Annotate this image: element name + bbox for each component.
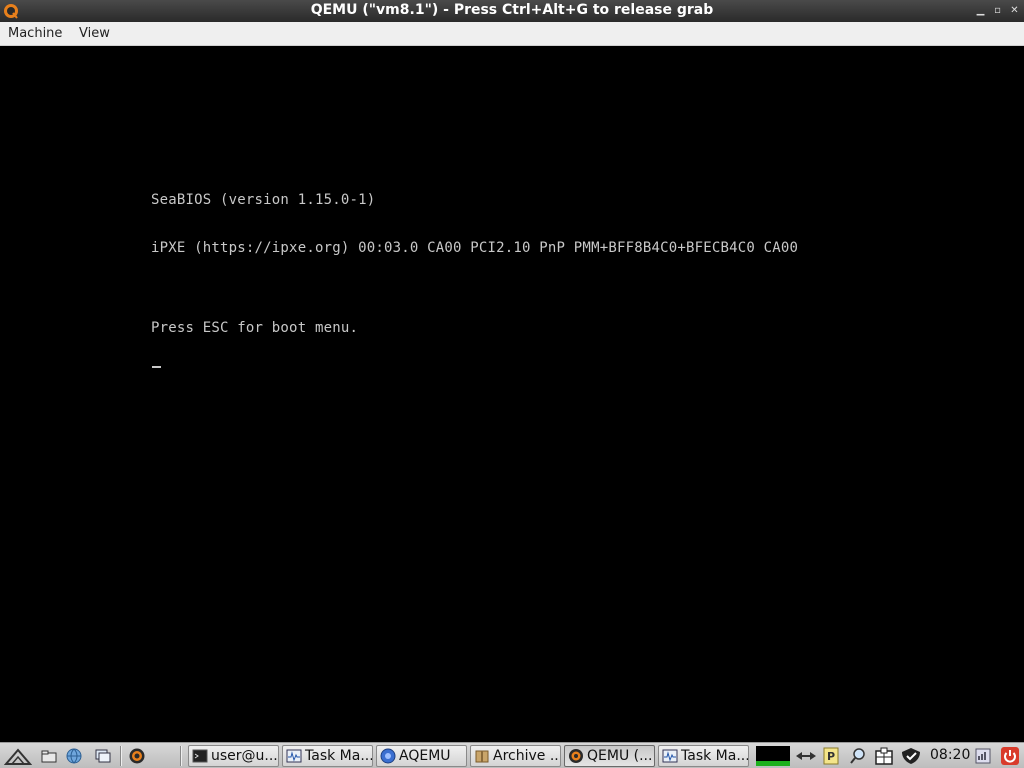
web-browser-icon[interactable] — [65, 747, 83, 765]
task-label: AQEMU — [399, 748, 451, 764]
power-icon[interactable] — [1001, 747, 1019, 765]
taskbar: user@u... Task Ma... AQEMU Archive ... Q… — [0, 742, 1024, 768]
task-manager-icon — [662, 749, 678, 763]
menu-view[interactable]: View — [79, 26, 110, 41]
show-desktop-icon[interactable] — [94, 747, 112, 765]
clock[interactable]: 08:20 — [930, 747, 970, 763]
text-cursor — [152, 366, 161, 368]
network-icon[interactable] — [794, 747, 818, 765]
window-titlebar[interactable]: QEMU ("vm8.1") - Press Ctrl+Alt+G to rel… — [0, 0, 1024, 22]
taskbar-separator — [120, 746, 122, 766]
ipxe-line: iPXE (https://ipxe.org) 00:03.0 CA00 PCI… — [151, 240, 799, 256]
boot-menu-prompt: Press ESC for boot menu. — [151, 320, 359, 336]
task-label: QEMU (... — [587, 748, 653, 764]
bios-version-line: SeaBIOS (version 1.15.0-1) — [151, 192, 376, 208]
close-icon[interactable]: ✕ — [1008, 4, 1021, 17]
task-label: Task Ma... — [681, 748, 749, 764]
terminal-icon — [192, 749, 208, 763]
minimize-icon[interactable]: ▁ — [974, 4, 987, 17]
task-label: Archive ... — [493, 748, 561, 764]
qemu-icon — [569, 749, 583, 763]
taskbar-separator — [180, 746, 182, 766]
task-task-manager-1[interactable]: Task Ma... — [282, 745, 373, 767]
aqemu-icon — [380, 748, 396, 764]
task-task-manager-2[interactable]: Task Ma... — [658, 745, 749, 767]
menu-machine[interactable]: Machine — [8, 26, 62, 41]
task-label: user@u... — [211, 748, 278, 764]
svg-text:P: P — [827, 750, 835, 763]
start-menu-icon[interactable] — [4, 747, 32, 765]
maximize-icon[interactable]: ▫ — [991, 4, 1004, 17]
task-aqemu[interactable]: AQEMU — [376, 745, 467, 767]
search-icon[interactable] — [849, 747, 867, 765]
task-manager-icon — [286, 749, 302, 763]
vm-display[interactable]: SeaBIOS (version 1.15.0-1) iPXE (https:/… — [0, 46, 1024, 742]
task-terminal[interactable]: user@u... — [188, 745, 279, 767]
menu-bar: Machine View — [0, 22, 1024, 46]
task-qemu[interactable]: QEMU (... — [564, 745, 655, 767]
vpn-shield-icon[interactable] — [900, 747, 922, 765]
desktop: QEMU ("vm8.1") - Press Ctrl+Alt+G to rel… — [0, 0, 1024, 768]
parcellite-icon[interactable]: P — [822, 747, 840, 765]
task-archive[interactable]: Archive ... — [470, 745, 561, 767]
cpu-monitor-icon[interactable] — [756, 746, 790, 766]
clipboard-icon[interactable] — [874, 747, 894, 765]
file-manager-icon[interactable] — [40, 747, 58, 765]
qemu-launcher-icon[interactable] — [128, 747, 146, 765]
window-title: QEMU ("vm8.1") - Press Ctrl+Alt+G to rel… — [310, 2, 714, 18]
volume-icon[interactable] — [974, 747, 992, 765]
task-label: Task Ma... — [305, 748, 373, 764]
archive-icon — [475, 750, 489, 763]
